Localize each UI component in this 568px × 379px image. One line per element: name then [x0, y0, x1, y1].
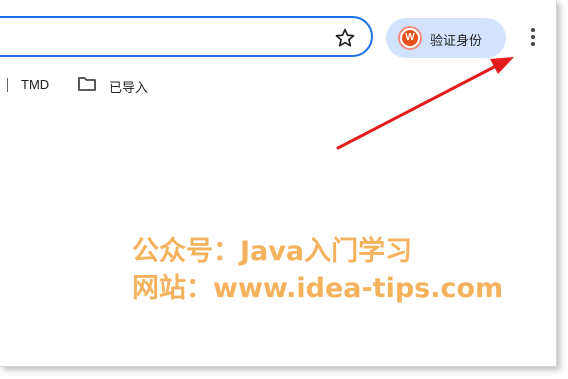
address-bar[interactable] [0, 16, 373, 57]
avatar: W [402, 30, 418, 46]
bookmark-tmd[interactable]: TMD [21, 77, 49, 92]
watermark: 公众号：Java入门学习 网站：www.idea-tips.com [132, 233, 503, 307]
profile-chip-label: 验证身份 [430, 33, 483, 48]
browser-toolbar: W 验证身份 [0, 0, 556, 72]
watermark-line-1: 公众号：Java入门学习 [132, 236, 413, 267]
bookmarks-bar: TMD 已导入 [0, 72, 556, 98]
folder-icon [78, 77, 96, 91]
star-icon[interactable] [334, 27, 356, 49]
bookmark-divider [7, 78, 8, 92]
browser-window: W 验证身份 TMD 已导入 公众号：Java入门学习 网站：www.idea-… [0, 0, 557, 367]
verify-identity-button[interactable]: W 验证身份 [386, 18, 506, 58]
vertical-dots-menu-icon[interactable] [523, 26, 543, 48]
bookmark-folder-imported[interactable]: 已导入 [109, 77, 148, 96]
watermark-line-2: 网站：www.idea-tips.com [132, 273, 504, 304]
avatar-ring: W [398, 26, 422, 50]
